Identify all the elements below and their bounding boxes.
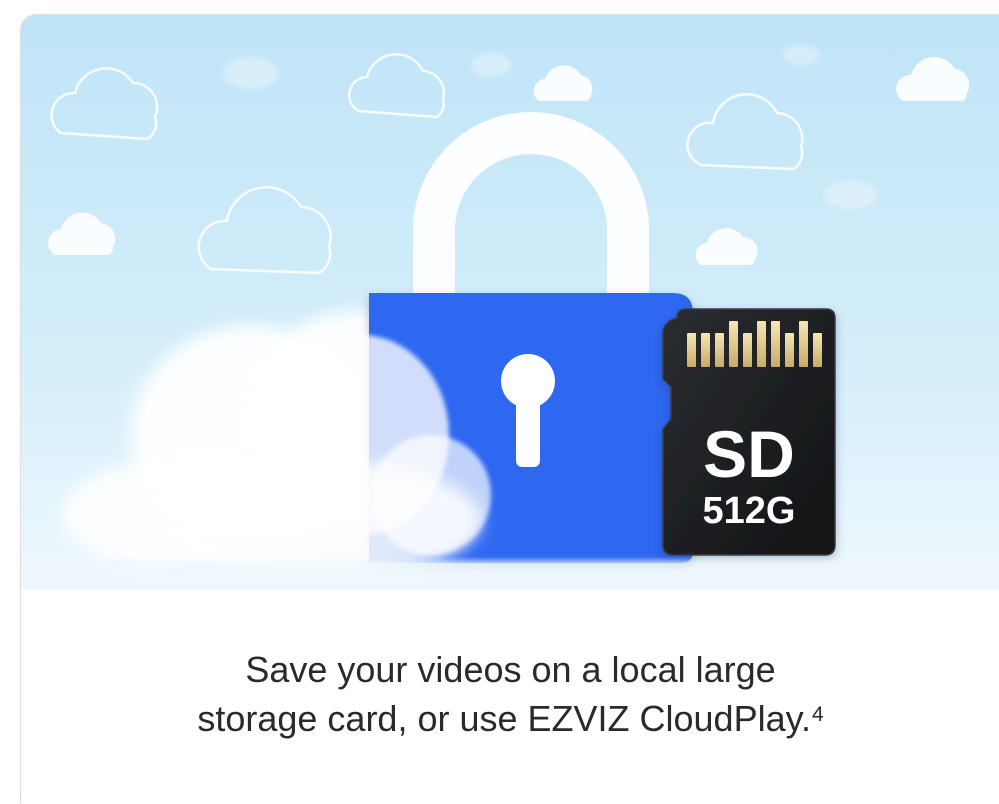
feature-caption: Save your videos on a local large storag…: [21, 645, 999, 743]
sd-card-capacity: 512G: [703, 490, 796, 532]
hero-illustration: SD 512G: [21, 15, 999, 590]
sd-card-label: SD: [703, 417, 795, 491]
page-margin: [0, 0, 20, 803]
storage-security-illustration: SD 512G: [21, 15, 999, 590]
caption-line-2-text: storage card, or use EZVIZ CloudPlay.: [197, 698, 811, 739]
caption-line-2: storage card, or use EZVIZ CloudPlay.4: [21, 694, 999, 743]
caption-line-1: Save your videos on a local large: [245, 649, 776, 690]
footnote-marker[interactable]: 4: [812, 703, 824, 726]
feature-card: SD 512G Save your videos on a local larg…: [20, 14, 999, 804]
